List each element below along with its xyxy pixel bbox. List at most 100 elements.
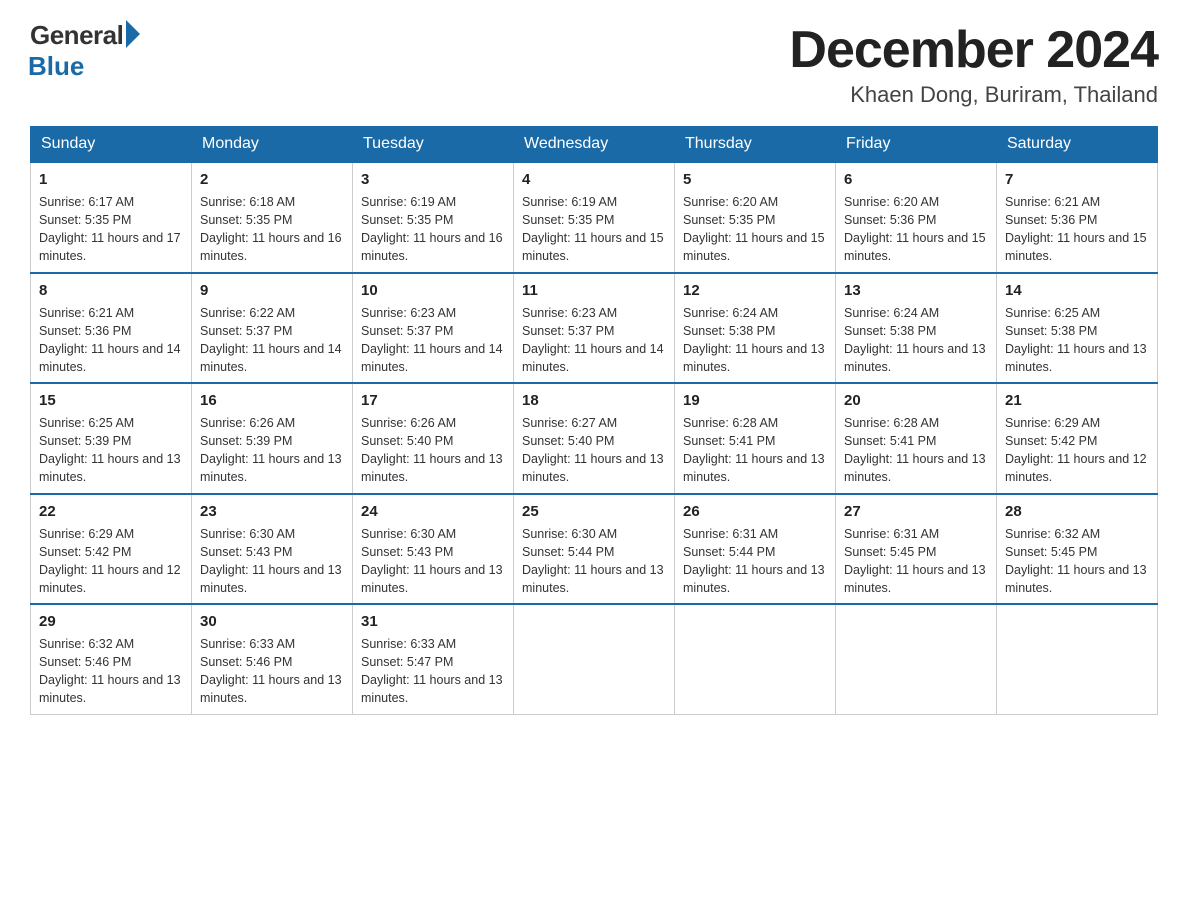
day-info: Sunrise: 6:32 AMSunset: 5:46 PMDaylight:… bbox=[39, 635, 183, 708]
day-number: 15 bbox=[39, 390, 183, 411]
day-number: 25 bbox=[522, 501, 666, 522]
day-number: 18 bbox=[522, 390, 666, 411]
table-row: 22 Sunrise: 6:29 AMSunset: 5:42 PMDayligh… bbox=[31, 494, 192, 605]
table-row: 17Sunrise: 6:26 AMSunset: 5:40 PMDayligh… bbox=[353, 383, 514, 494]
day-info: Sunrise: 6:30 AMSunset: 5:43 PMDaylight:… bbox=[361, 525, 505, 598]
calendar-week-3: 15 Sunrise: 6:25 AMSunset: 5:39 PMDayligh… bbox=[31, 383, 1158, 494]
col-wednesday: Wednesday bbox=[514, 127, 675, 163]
table-row: 29Sunrise: 6:32 AMSunset: 5:46 PMDayligh… bbox=[31, 604, 192, 714]
day-number: 7 bbox=[1005, 169, 1149, 190]
day-number: 21 bbox=[1005, 390, 1149, 411]
calendar-week-2: 8 Sunrise: 6:21 AMSunset: 5:36 PMDaylight… bbox=[31, 273, 1158, 384]
day-number: 19 bbox=[683, 390, 827, 411]
day-info: Sunrise: 6:30 AMSunset: 5:43 PMDaylight:… bbox=[200, 525, 344, 598]
calendar-week-5: 29Sunrise: 6:32 AMSunset: 5:46 PMDayligh… bbox=[31, 604, 1158, 714]
day-number: 12 bbox=[683, 280, 827, 301]
col-monday: Monday bbox=[192, 127, 353, 163]
calendar-week-1: 1Sunrise: 6:17 AMSunset: 5:35 PMDaylight… bbox=[31, 162, 1158, 273]
day-number: 3 bbox=[361, 169, 505, 190]
calendar-table: Sunday Monday Tuesday Wednesday Thursday… bbox=[30, 126, 1158, 715]
col-tuesday: Tuesday bbox=[353, 127, 514, 163]
day-number: 24 bbox=[361, 501, 505, 522]
table-row: 18 Sunrise: 6:27 AMSunset: 5:40 PMDayligh… bbox=[514, 383, 675, 494]
day-info: Sunrise: 6:28 AMSunset: 5:41 PMDaylight:… bbox=[683, 414, 827, 487]
day-number: 31 bbox=[361, 611, 505, 632]
logo-blue-text: Blue bbox=[28, 51, 84, 82]
table-row: 12 Sunrise: 6:24 AMSunset: 5:38 PMDayligh… bbox=[675, 273, 836, 384]
day-info: Sunrise: 6:25 AMSunset: 5:38 PMDaylight:… bbox=[1005, 304, 1149, 377]
day-number: 10 bbox=[361, 280, 505, 301]
day-number: 9 bbox=[200, 280, 344, 301]
table-row: 8 Sunrise: 6:21 AMSunset: 5:36 PMDaylight… bbox=[31, 273, 192, 384]
table-row: 1Sunrise: 6:17 AMSunset: 5:35 PMDaylight… bbox=[31, 162, 192, 273]
logo: General Blue bbox=[30, 20, 140, 82]
day-info: Sunrise: 6:20 AMSunset: 5:36 PMDaylight:… bbox=[844, 193, 988, 266]
table-row: 13Sunrise: 6:24 AMSunset: 5:38 PMDayligh… bbox=[836, 273, 997, 384]
day-info: Sunrise: 6:29 AMSunset: 5:42 PMDaylight:… bbox=[1005, 414, 1149, 487]
table-row bbox=[514, 604, 675, 714]
day-number: 1 bbox=[39, 169, 183, 190]
col-thursday: Thursday bbox=[675, 127, 836, 163]
day-number: 16 bbox=[200, 390, 344, 411]
calendar-header-row: Sunday Monday Tuesday Wednesday Thursday… bbox=[31, 127, 1158, 163]
day-number: 22 bbox=[39, 501, 183, 522]
table-row: 5Sunrise: 6:20 AMSunset: 5:35 PMDaylight… bbox=[675, 162, 836, 273]
day-number: 5 bbox=[683, 169, 827, 190]
table-row: 27Sunrise: 6:31 AMSunset: 5:45 PMDayligh… bbox=[836, 494, 997, 605]
day-info: Sunrise: 6:29 AMSunset: 5:42 PMDaylight:… bbox=[39, 525, 183, 598]
day-info: Sunrise: 6:27 AMSunset: 5:40 PMDaylight:… bbox=[522, 414, 666, 487]
day-info: Sunrise: 6:33 AMSunset: 5:46 PMDaylight:… bbox=[200, 635, 344, 708]
logo-triangle-icon bbox=[126, 20, 140, 48]
day-info: Sunrise: 6:19 AMSunset: 5:35 PMDaylight:… bbox=[361, 193, 505, 266]
day-info: Sunrise: 6:19 AMSunset: 5:35 PMDaylight:… bbox=[522, 193, 666, 266]
location-text: Khaen Dong, Buriram, Thailand bbox=[789, 82, 1158, 108]
table-row: 21 Sunrise: 6:29 AMSunset: 5:42 PMDayligh… bbox=[997, 383, 1158, 494]
day-info: Sunrise: 6:21 AMSunset: 5:36 PMDaylight:… bbox=[1005, 193, 1149, 266]
table-row: 26Sunrise: 6:31 AMSunset: 5:44 PMDayligh… bbox=[675, 494, 836, 605]
day-info: Sunrise: 6:24 AMSunset: 5:38 PMDaylight:… bbox=[683, 304, 827, 377]
day-info: Sunrise: 6:31 AMSunset: 5:44 PMDaylight:… bbox=[683, 525, 827, 598]
table-row bbox=[836, 604, 997, 714]
table-row: 3 Sunrise: 6:19 AMSunset: 5:35 PMDaylight… bbox=[353, 162, 514, 273]
table-row: 2Sunrise: 6:18 AMSunset: 5:35 PMDaylight… bbox=[192, 162, 353, 273]
day-number: 30 bbox=[200, 611, 344, 632]
day-number: 13 bbox=[844, 280, 988, 301]
table-row: 24 Sunrise: 6:30 AMSunset: 5:43 PMDayligh… bbox=[353, 494, 514, 605]
page-header: General Blue December 2024 Khaen Dong, B… bbox=[30, 20, 1158, 108]
day-info: Sunrise: 6:23 AMSunset: 5:37 PMDaylight:… bbox=[361, 304, 505, 377]
day-info: Sunrise: 6:23 AMSunset: 5:37 PMDaylight:… bbox=[522, 304, 666, 377]
table-row: 25 Sunrise: 6:30 AMSunset: 5:44 PMDayligh… bbox=[514, 494, 675, 605]
day-info: Sunrise: 6:28 AMSunset: 5:41 PMDaylight:… bbox=[844, 414, 988, 487]
table-row: 30 Sunrise: 6:33 AMSunset: 5:46 PMDayligh… bbox=[192, 604, 353, 714]
col-saturday: Saturday bbox=[997, 127, 1158, 163]
day-info: Sunrise: 6:18 AMSunset: 5:35 PMDaylight:… bbox=[200, 193, 344, 266]
day-number: 6 bbox=[844, 169, 988, 190]
day-info: Sunrise: 6:22 AMSunset: 5:37 PMDaylight:… bbox=[200, 304, 344, 377]
day-number: 27 bbox=[844, 501, 988, 522]
day-info: Sunrise: 6:25 AMSunset: 5:39 PMDaylight:… bbox=[39, 414, 183, 487]
day-info: Sunrise: 6:30 AMSunset: 5:44 PMDaylight:… bbox=[522, 525, 666, 598]
table-row bbox=[675, 604, 836, 714]
table-row: 19 Sunrise: 6:28 AMSunset: 5:41 PMDayligh… bbox=[675, 383, 836, 494]
day-info: Sunrise: 6:32 AMSunset: 5:45 PMDaylight:… bbox=[1005, 525, 1149, 598]
table-row: 10 Sunrise: 6:23 AMSunset: 5:37 PMDayligh… bbox=[353, 273, 514, 384]
day-number: 28 bbox=[1005, 501, 1149, 522]
day-info: Sunrise: 6:26 AMSunset: 5:39 PMDaylight:… bbox=[200, 414, 344, 487]
table-row: 7 Sunrise: 6:21 AMSunset: 5:36 PMDaylight… bbox=[997, 162, 1158, 273]
table-row: 20Sunrise: 6:28 AMSunset: 5:41 PMDayligh… bbox=[836, 383, 997, 494]
table-row: 6 Sunrise: 6:20 AMSunset: 5:36 PMDaylight… bbox=[836, 162, 997, 273]
logo-general-text: General bbox=[30, 20, 123, 51]
day-number: 4 bbox=[522, 169, 666, 190]
table-row: 15 Sunrise: 6:25 AMSunset: 5:39 PMDayligh… bbox=[31, 383, 192, 494]
col-sunday: Sunday bbox=[31, 127, 192, 163]
table-row: 23Sunrise: 6:30 AMSunset: 5:43 PMDayligh… bbox=[192, 494, 353, 605]
table-row bbox=[997, 604, 1158, 714]
day-number: 11 bbox=[522, 280, 666, 301]
day-number: 8 bbox=[39, 280, 183, 301]
table-row: 9 Sunrise: 6:22 AMSunset: 5:37 PMDaylight… bbox=[192, 273, 353, 384]
title-block: December 2024 Khaen Dong, Buriram, Thail… bbox=[789, 20, 1158, 108]
table-row: 11 Sunrise: 6:23 AMSunset: 5:37 PMDayligh… bbox=[514, 273, 675, 384]
table-row: 28 Sunrise: 6:32 AMSunset: 5:45 PMDayligh… bbox=[997, 494, 1158, 605]
col-friday: Friday bbox=[836, 127, 997, 163]
day-info: Sunrise: 6:21 AMSunset: 5:36 PMDaylight:… bbox=[39, 304, 183, 377]
